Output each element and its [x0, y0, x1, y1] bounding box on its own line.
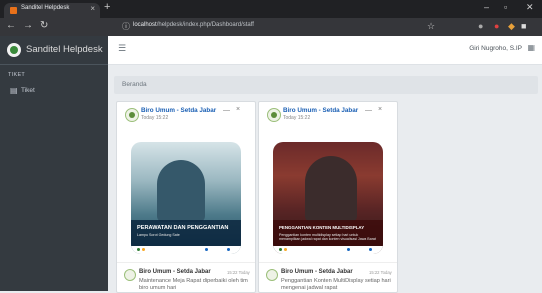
logo-dot [279, 248, 282, 251]
feed-time: 15:22 Today [227, 270, 250, 275]
image-banner: PENGGANTIAN KONTEN MULTIDISPLAY Penggant… [273, 220, 383, 246]
more-icon[interactable]: — [223, 107, 230, 114]
forward-icon[interactable]: → [23, 20, 33, 31]
post-image[interactable]: PERAWATAN DAN PENGGANTIAN Lampu Sorot Ge… [131, 142, 241, 254]
url-path: /helpdesk/index.php/Dashboard/staff [156, 22, 254, 28]
browser-toolbar: ← → ↻ ⓘ localhost/helpdesk/index.php/Das… [0, 18, 542, 36]
image-banner: PERAWATAN DAN PENGGANTIAN Lampu Sorot Ge… [131, 220, 241, 246]
card-header: Biro Umum - Setda Jabar Today 15:22 — × [117, 102, 255, 126]
close-icon[interactable]: × [378, 106, 382, 113]
sidebar-item-label: Tiket [21, 87, 35, 94]
user-name[interactable]: Giri Nugroho, S.IP [469, 45, 522, 52]
logo-dot [347, 248, 350, 251]
logo-dot [205, 248, 208, 251]
apps-grid-icon[interactable]: ▦ [527, 43, 535, 52]
logo-dot [227, 248, 230, 251]
feed-author: Biro Umum - Setda Jabar [281, 269, 353, 275]
post-author[interactable]: Biro Umum - Setda Jabar [141, 107, 216, 114]
brand-link[interactable]: Sanditel Helpdesk [0, 36, 108, 65]
card-header: Biro Umum - Setda Jabar Today 15:22 — × [259, 102, 397, 126]
feed-text: Maintenance Meja Rapat diperbaiki oleh t… [139, 278, 248, 291]
post-time: Today 15:22 [141, 115, 169, 121]
avatar [124, 269, 136, 281]
image-subtitle: Penggantian konten multidisplay setiap h… [279, 233, 376, 242]
sidebar: Sanditel Helpdesk TIKET ▤ Tiket [0, 36, 108, 291]
feed-time: 15:22 Today [369, 270, 392, 275]
feed-text: Penggantian Konten MultiDisplay setiap h… [281, 278, 391, 291]
close-icon[interactable]: × [236, 106, 240, 113]
extension-icon[interactable]: ● [494, 21, 499, 31]
bookmark-star-icon[interactable]: ☆ [427, 21, 435, 32]
logo-dot [137, 248, 140, 251]
favicon-icon [10, 7, 17, 14]
sidebar-item-tiket[interactable]: ▤ Tiket [0, 84, 108, 98]
more-icon[interactable]: — [365, 107, 372, 114]
feed-item[interactable]: Biro Umum - Setda Jabar 15:22 Today Main… [117, 262, 255, 293]
avatar [267, 108, 281, 122]
logo-strip [273, 246, 383, 254]
tab-title: Sanditel Helpdesk [21, 5, 70, 11]
brand-name: Sanditel Helpdesk [26, 44, 103, 55]
image-subtitle: Lampu Sorot Gedung Sate [137, 233, 180, 237]
tab-close-icon[interactable]: × [90, 4, 95, 13]
back-icon[interactable]: ← [6, 20, 16, 31]
brand-logo [7, 43, 21, 57]
browser-tabbar: Sanditel Helpdesk × + – ▫ ✕ [0, 0, 542, 18]
menu-toggle-icon[interactable]: ☰ [118, 43, 126, 54]
person-figure [305, 156, 357, 222]
post-image[interactable]: PENGGANTIAN KONTEN MULTIDISPLAY Penggant… [273, 142, 383, 254]
profile-icon[interactable]: ■ [521, 21, 526, 31]
logo-dot [369, 248, 372, 251]
logo-dot [142, 248, 145, 251]
url-host: localhost [133, 22, 157, 28]
image-title: PENGGANTIAN KONTEN MULTIDISPLAY [279, 225, 365, 230]
feed-item[interactable]: Biro Umum - Setda Jabar 15:22 Today Peng… [259, 262, 397, 293]
avatar [266, 269, 278, 281]
window-close-button[interactable]: ✕ [526, 2, 534, 13]
technician-figure [157, 160, 205, 222]
feed-author: Biro Umum - Setda Jabar [139, 269, 211, 275]
address-field[interactable]: localhost/helpdesk/index.php/Dashboard/s… [133, 22, 254, 28]
post-card: Biro Umum - Setda Jabar Today 15:22 — × … [258, 101, 398, 293]
sidebar-section-header: TIKET [8, 72, 26, 78]
ticket-icon: ▤ [10, 86, 18, 95]
browser-tab[interactable]: Sanditel Helpdesk × [4, 3, 100, 18]
maximize-button[interactable]: ▫ [504, 2, 507, 12]
post-card: Biro Umum - Setda Jabar Today 15:22 — × … [116, 101, 256, 293]
top-navbar: ☰ Giri Nugroho, S.IP ▦ [108, 36, 542, 65]
minimize-button[interactable]: – [484, 2, 489, 12]
extension-icon[interactable]: ● [478, 21, 483, 31]
breadcrumb: Beranda [114, 76, 538, 94]
logo-dot [284, 248, 287, 251]
image-title: PERAWATAN DAN PENGGANTIAN [137, 225, 229, 231]
extension-icon[interactable]: ◆ [508, 21, 515, 32]
post-time: Today 15:22 [283, 115, 311, 121]
logo-strip [131, 246, 241, 254]
post-author[interactable]: Biro Umum - Setda Jabar [283, 107, 358, 114]
new-tab-button[interactable]: + [104, 1, 110, 13]
reload-icon[interactable]: ↻ [40, 20, 48, 31]
breadcrumb-home[interactable]: Beranda [122, 81, 147, 88]
site-info-icon[interactable]: ⓘ [122, 21, 130, 32]
avatar [125, 108, 139, 122]
